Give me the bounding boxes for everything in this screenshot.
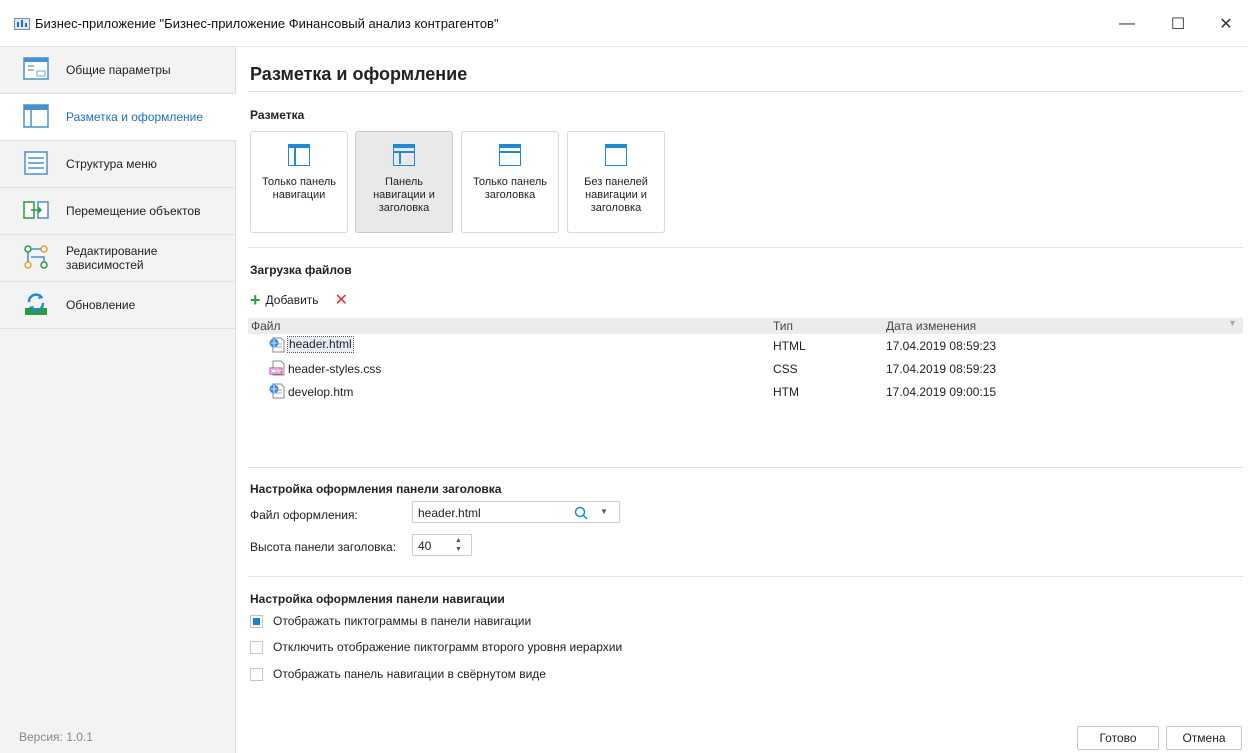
sidebar-item-layout[interactable]: Разметка и оформление	[0, 94, 236, 141]
design-file-value: header.html	[418, 506, 481, 520]
layout-nav-only-icon	[288, 144, 310, 166]
divider	[248, 576, 1243, 577]
sidebar-item-general[interactable]: Общие параметры	[0, 47, 236, 94]
search-icon[interactable]	[574, 506, 588, 520]
files-table: Файл Тип Дата изменения ▼ header.html HT…	[248, 318, 1243, 403]
file-date: 17.04.2019 08:59:23	[886, 339, 997, 353]
layout-option-header-only[interactable]: Только панель заголовка	[461, 131, 559, 233]
file-type: HTML	[773, 339, 806, 353]
divider	[248, 91, 1243, 92]
cancel-button[interactable]: Отмена	[1166, 726, 1242, 750]
file-type: HTM	[773, 385, 799, 399]
divider	[248, 467, 1243, 468]
plus-icon: +	[250, 290, 261, 310]
files-section-title: Загрузка файлов	[250, 263, 352, 277]
sidebar-item-label: Обновление	[66, 298, 136, 312]
layout-section-title: Разметка	[250, 108, 305, 122]
maximize-button[interactable]: ☐	[1156, 8, 1200, 40]
delete-file-button[interactable]: ✕	[335, 290, 348, 310]
disable-second-level-icons-checkbox[interactable]: Отключить отображение пиктограмм второго…	[250, 640, 622, 654]
column-menu-icon[interactable]: ▼	[1228, 318, 1237, 328]
file-name: header.html	[287, 336, 354, 353]
dependencies-icon	[24, 245, 48, 269]
close-button[interactable]: ✕	[1204, 8, 1248, 40]
page-title: Разметка и оформление	[250, 64, 468, 84]
nav-settings-title: Настройка оформления панели навигации	[250, 592, 505, 606]
html-file-icon	[269, 337, 285, 353]
svg-text:CSS: CSS	[271, 369, 282, 375]
divider	[248, 247, 1243, 248]
layout-option-label: Только панель заголовка	[472, 176, 548, 201]
checkbox-label: Отключить отображение пиктограмм второго…	[273, 640, 623, 654]
column-header-file[interactable]: Файл	[251, 319, 281, 333]
design-file-label: Файл оформления:	[250, 508, 358, 522]
sidebar: Общие параметры Разметка и оформление Ст…	[0, 47, 236, 753]
menu-structure-icon	[24, 151, 48, 175]
add-file-label: Добавить	[265, 293, 319, 307]
file-type: CSS	[773, 362, 798, 376]
collapsed-nav-checkbox[interactable]: Отображать панель навигации в свёрнутом …	[250, 667, 546, 681]
main-panel: Разметка и оформление Разметка Только па…	[237, 47, 1248, 753]
layout-nav-and-header-icon	[393, 144, 415, 166]
sidebar-item-label: Редактирование зависимостей	[66, 244, 158, 272]
sidebar-item-label: Разметка и оформление	[66, 110, 204, 124]
window-title: Бизнес-приложение "Бизнес-приложение Фин…	[35, 16, 499, 31]
app-icon	[14, 18, 30, 30]
spin-arrows-icon[interactable]: ▲ ▼	[455, 536, 462, 554]
minimize-button[interactable]: —	[1105, 8, 1149, 40]
table-row[interactable]: develop.htm HTM 17.04.2019 09:00:15	[248, 380, 1243, 403]
design-file-field[interactable]: header.html ▼	[412, 501, 620, 523]
column-header-date[interactable]: Дата изменения	[886, 319, 976, 333]
layout-option-nav-only[interactable]: Только панель навигации	[250, 131, 348, 233]
column-header-type[interactable]: Тип	[773, 319, 793, 333]
layout-no-panels-icon	[605, 144, 627, 166]
sidebar-item-update[interactable]: Обновление	[0, 282, 236, 329]
layout-option-no-panels[interactable]: Без панелей навигации и заголовка	[567, 131, 665, 233]
sidebar-item-label: Перемещение объектов	[66, 204, 201, 218]
sidebar-item-move-objects[interactable]: Перемещение объектов	[0, 188, 236, 235]
chevron-down-icon[interactable]: ▼	[600, 507, 608, 516]
sidebar-item-dependencies[interactable]: Редактирование зависимостей	[0, 235, 236, 282]
sidebar-item-menu-structure[interactable]: Структура меню	[0, 141, 236, 188]
layout-option-label: Только панель навигации	[261, 176, 337, 201]
add-file-button[interactable]: + Добавить	[250, 290, 319, 310]
html-file-icon	[269, 383, 285, 399]
file-name: develop.htm	[288, 385, 354, 399]
header-height-value: 40	[418, 539, 432, 553]
header-settings-title: Настройка оформления панели заголовка	[250, 482, 502, 496]
table-row[interactable]: header.html HTML 17.04.2019 08:59:23	[248, 334, 1243, 357]
header-height-label: Высота панели заголовка:	[250, 540, 397, 554]
css-file-icon: CSS	[269, 360, 285, 376]
header-height-stepper[interactable]: 40 ▲ ▼	[412, 534, 472, 556]
done-button[interactable]: Готово	[1077, 726, 1159, 750]
show-nav-icons-checkbox[interactable]: Отображать пиктограммы в панели навигаци…	[250, 614, 531, 628]
title-bar: Бизнес-приложение "Бизнес-приложение Фин…	[0, 0, 1248, 47]
files-toolbar: + Добавить ✕	[250, 290, 348, 310]
sidebar-item-label: Общие параметры	[66, 63, 171, 77]
version-label: Версия: 1.0.1	[19, 730, 93, 744]
checkbox-unchecked-icon[interactable]	[250, 667, 263, 681]
layout-option-label: Панель навигации и заголовка	[373, 176, 435, 214]
table-header: Файл Тип Дата изменения ▼	[248, 318, 1243, 334]
layout-option-label: Без панелей навигации и заголовка	[584, 176, 648, 214]
move-objects-icon	[23, 201, 49, 219]
layout-option-nav-and-header[interactable]: Панель навигации и заголовка	[355, 131, 453, 233]
layout-icon	[23, 104, 49, 128]
checkbox-label: Отображать пиктограммы в панели навигаци…	[273, 614, 532, 628]
file-name: header-styles.css	[288, 362, 382, 376]
checkbox-unchecked-icon[interactable]	[250, 640, 263, 654]
table-row[interactable]: CSS header-styles.css CSS 17.04.2019 08:…	[248, 357, 1243, 380]
general-settings-icon	[23, 57, 49, 80]
sidebar-item-label: Структура меню	[66, 157, 157, 171]
file-date: 17.04.2019 08:59:23	[886, 362, 997, 376]
checkbox-checked-icon[interactable]	[250, 614, 263, 628]
file-date: 17.04.2019 09:00:15	[886, 385, 997, 399]
update-icon	[25, 293, 47, 315]
checkbox-label: Отображать панель навигации в свёрнутом …	[273, 667, 546, 681]
layout-header-only-icon	[499, 144, 521, 166]
